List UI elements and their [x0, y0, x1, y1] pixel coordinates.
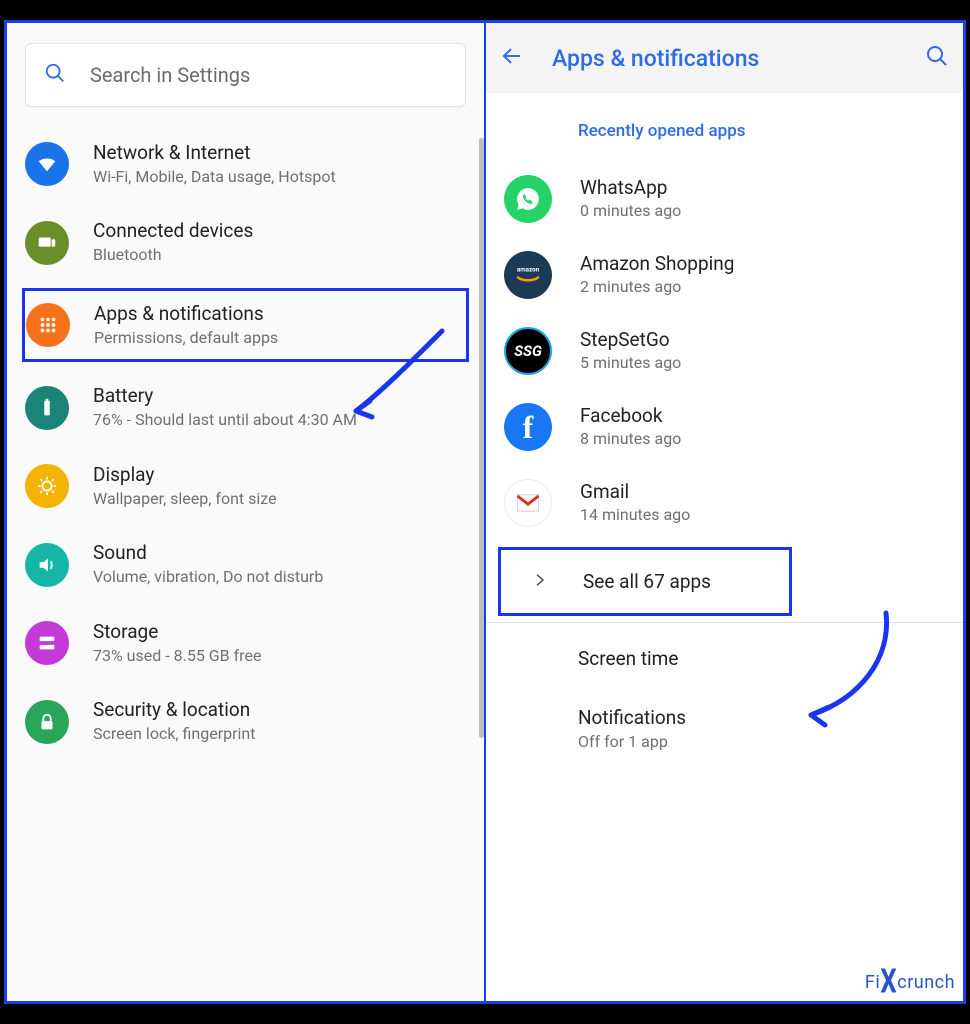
recent-apps-list: WhatsApp 0 minutes ago amazon Amazon Sho… [486, 161, 963, 541]
item-subtitle: 73% used - 8.55 GB free [93, 646, 466, 667]
sound-icon [25, 543, 69, 587]
stepsetgo-icon: SSG [504, 327, 552, 375]
settings-list: Network & Internet Wi-Fi, Mobile, Data u… [7, 125, 484, 761]
item-subtitle: Wallpaper, sleep, font size [93, 489, 466, 510]
app-subtitle: 8 minutes ago [580, 429, 945, 450]
app-item-amazon[interactable]: amazon Amazon Shopping 2 minutes ago [486, 237, 963, 313]
item-subtitle: Volume, vibration, Do not disturb [93, 567, 466, 588]
settings-item-security[interactable]: Security & location Screen lock, fingerp… [7, 682, 484, 760]
facebook-icon: f [504, 403, 552, 451]
settings-item-battery[interactable]: Battery 76% - Should last until about 4:… [7, 368, 484, 446]
amazon-icon: amazon [504, 251, 552, 299]
app-title: Facebook [580, 404, 945, 429]
display-icon [25, 464, 69, 508]
item-title: Connected devices [93, 219, 466, 244]
app-item-facebook[interactable]: f Facebook 8 minutes ago [486, 389, 963, 465]
lock-icon [25, 700, 69, 744]
app-subtitle: 5 minutes ago [580, 353, 945, 374]
app-subtitle: 14 minutes ago [580, 505, 945, 526]
wifi-icon [25, 142, 69, 186]
item-subtitle: 76% - Should last until about 4:30 AM [93, 410, 466, 431]
screen-time-item[interactable]: Screen time [486, 623, 963, 696]
apps-icon [26, 303, 70, 347]
app-title: StepSetGo [580, 328, 945, 353]
item-subtitle: Off for 1 app [578, 732, 963, 753]
item-subtitle: Permissions, default apps [94, 328, 463, 349]
app-title: Gmail [580, 480, 945, 505]
search-icon [44, 62, 66, 88]
item-title: Apps & notifications [94, 302, 463, 327]
search-bar[interactable]: Search in Settings [25, 43, 466, 107]
apps-pane: Apps & notifications Recently opened app… [485, 20, 966, 1004]
settings-item-display[interactable]: Display Wallpaper, sleep, font size [7, 447, 484, 525]
storage-icon [25, 621, 69, 665]
app-subtitle: 2 minutes ago [580, 277, 945, 298]
watermark: Fi X crunch [865, 967, 955, 997]
notifications-item[interactable]: Notifications Off for 1 app [486, 696, 963, 777]
app-subtitle: 0 minutes ago [580, 201, 945, 222]
app-title: WhatsApp [580, 176, 945, 201]
search-placeholder: Search in Settings [90, 63, 250, 87]
settings-item-network[interactable]: Network & Internet Wi-Fi, Mobile, Data u… [7, 125, 484, 203]
section-label: Recently opened apps [486, 93, 963, 161]
devices-icon [25, 221, 69, 265]
settings-item-apps[interactable]: Apps & notifications Permissions, defaul… [22, 288, 469, 362]
whatsapp-icon [504, 175, 552, 223]
item-title: Battery [93, 384, 466, 409]
item-title: Notifications [578, 706, 963, 731]
item-subtitle: Wi-Fi, Mobile, Data usage, Hotspot [93, 167, 466, 188]
item-title: Screen time [578, 647, 963, 672]
see-all-label: See all 67 apps [583, 570, 711, 593]
page-title: Apps & notifications [552, 45, 897, 72]
settings-item-connected[interactable]: Connected devices Bluetooth [7, 203, 484, 281]
settings-item-storage[interactable]: Storage 73% used - 8.55 GB free [7, 604, 484, 682]
back-button[interactable] [500, 44, 524, 72]
settings-item-sound[interactable]: Sound Volume, vibration, Do not disturb [7, 525, 484, 603]
item-title: Network & Internet [93, 141, 466, 166]
item-title: Sound [93, 541, 466, 566]
item-subtitle: Screen lock, fingerprint [93, 724, 466, 745]
search-button[interactable] [925, 44, 949, 72]
chevron-right-icon [531, 571, 549, 593]
battery-icon [25, 386, 69, 430]
x-icon: X [880, 963, 897, 1002]
item-title: Security & location [93, 698, 466, 723]
item-subtitle: Bluetooth [93, 245, 466, 266]
apps-header: Apps & notifications [486, 23, 963, 93]
app-item-stepsetgo[interactable]: SSG StepSetGo 5 minutes ago [486, 313, 963, 389]
see-all-apps[interactable]: See all 67 apps [498, 547, 792, 616]
gmail-icon [504, 479, 552, 527]
app-item-whatsapp[interactable]: WhatsApp 0 minutes ago [486, 161, 963, 237]
app-item-gmail[interactable]: Gmail 14 minutes ago [486, 465, 963, 541]
app-title: Amazon Shopping [580, 252, 945, 277]
item-title: Storage [93, 620, 466, 645]
svg-text:amazon: amazon [517, 265, 540, 273]
item-title: Display [93, 463, 466, 488]
settings-pane: Search in Settings Network & Internet Wi… [4, 20, 485, 1004]
